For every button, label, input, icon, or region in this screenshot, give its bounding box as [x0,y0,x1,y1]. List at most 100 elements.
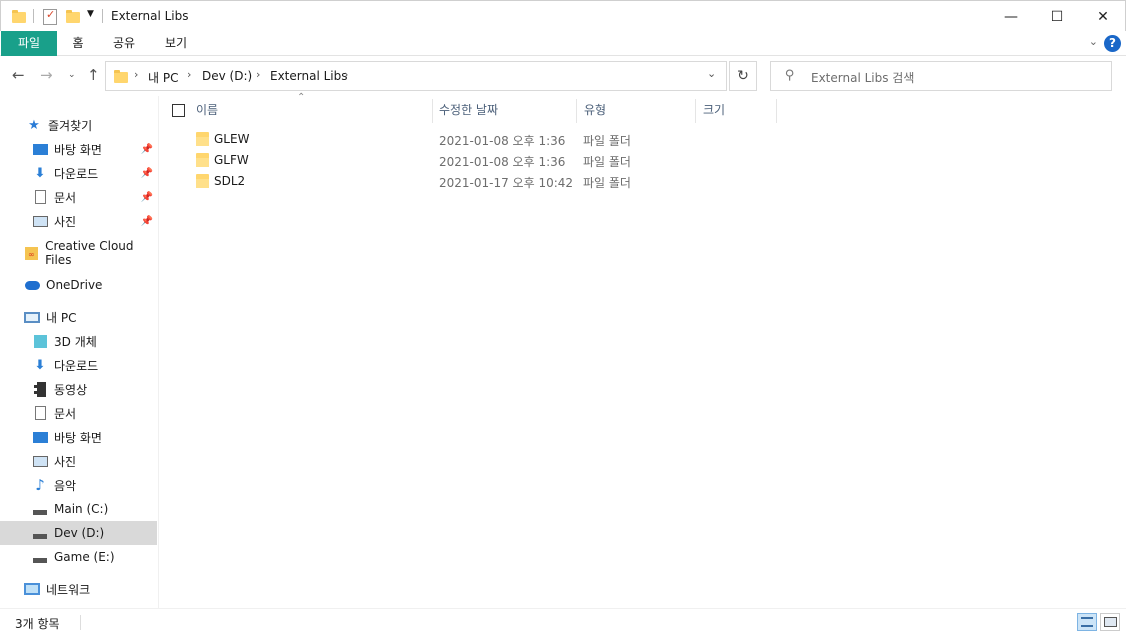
file-modified: 2021-01-08 오후 1:36 [439,134,566,148]
close-button[interactable]: ✕ [1080,1,1126,32]
breadcrumb-separator[interactable]: › [256,68,260,81]
nav-documents-quick[interactable]: 문서 📌 [0,185,157,209]
document-icon [32,405,48,421]
file-modified: 2021-01-08 오후 1:36 [439,155,566,169]
breadcrumb-separator[interactable]: › [344,68,348,81]
nav-drive-c[interactable]: Main (C:) [0,497,157,521]
nav-drive-d[interactable]: Dev (D:) [0,521,157,545]
column-divider[interactable] [576,99,577,123]
nav-label: 음악 [54,478,77,493]
tab-home[interactable]: 홈 [64,31,92,56]
search-box[interactable]: ⚲ External Libs 검색 [770,61,1112,91]
file-row[interactable]: GLFW 2021-01-08 오후 1:36 파일 폴더 [190,150,660,170]
nav-label: Main (C:) [54,502,109,516]
nav-network[interactable]: 네트워크 [0,577,157,601]
address-bar[interactable]: › 내 PC › Dev (D:) › External Libs › ⌄ [105,61,727,91]
column-header-type[interactable]: 유형 [584,99,606,123]
details-view-button[interactable] [1077,613,1097,631]
back-button[interactable]: ← [12,66,25,86]
tab-file[interactable]: 파일 [1,31,57,56]
column-header-size[interactable]: 크기 [703,99,725,123]
nav-onedrive[interactable]: OneDrive [0,273,157,297]
nav-label: 바탕 화면 [54,142,102,157]
pictures-icon [32,453,48,469]
desktop-icon [32,429,48,445]
window-title: External Libs [111,9,189,23]
nav-quick-access[interactable]: ★ 즐겨찾기 [0,113,157,137]
column-divider[interactable] [776,99,777,123]
column-divider[interactable] [432,99,433,123]
nav-pictures[interactable]: 사진 [0,449,157,473]
nav-3d-objects[interactable]: 3D 개체 [0,329,157,353]
file-row[interactable]: SDL2 2021-01-17 오후 10:42 파일 폴더 [190,171,660,191]
breadcrumb-dev-drive[interactable]: Dev (D:) [202,69,252,83]
drive-icon [32,549,48,565]
folder-icon [196,132,209,146]
new-folder-icon[interactable] [66,10,80,23]
nav-label: 문서 [54,190,77,205]
breadcrumb-this-pc[interactable]: 내 PC [148,69,178,86]
select-all-checkbox[interactable] [172,104,185,117]
help-icon[interactable]: ? [1104,35,1121,52]
nav-label: 문서 [54,406,77,421]
pane-divider[interactable] [158,96,159,608]
minimize-button[interactable]: — [988,1,1034,32]
nav-desktop-quick[interactable]: 바탕 화면 📌 [0,137,157,161]
nav-documents[interactable]: 문서 [0,401,157,425]
nav-pictures-quick[interactable]: 사진 📌 [0,209,157,233]
up-button[interactable]: ↑ [87,66,100,86]
search-icon: ⚲ [785,68,795,83]
address-dropdown-icon[interactable]: ⌄ [707,67,716,80]
location-folder-icon [114,70,128,83]
expand-ribbon-icon[interactable]: ⌄ [1089,35,1098,48]
refresh-button[interactable]: ↻ [729,61,757,91]
file-modified: 2021-01-17 오후 10:42 [439,176,574,190]
nav-label: 동영상 [54,382,88,397]
nav-videos[interactable]: 동영상 [0,377,157,401]
nav-this-pc[interactable]: 내 PC [0,305,157,329]
nav-creative-cloud[interactable]: ∞ Creative Cloud Files [0,239,157,267]
download-icon: ⬇ [34,165,46,181]
pin-icon[interactable]: 📌 [141,144,153,155]
nav-label: 즐겨찾기 [48,118,93,133]
file-type: 파일 폴더 [583,134,631,148]
ribbon-tabs: 파일 홈 공유 보기 ⌄ ? [0,31,1126,56]
pin-icon[interactable]: 📌 [141,216,153,227]
breadcrumb-separator[interactable]: › [187,68,191,81]
nav-downloads[interactable]: ⬇ 다운로드 [0,353,157,377]
nav-label: 사진 [54,454,77,469]
cloud-icon [24,277,40,293]
column-header-name[interactable]: 이름 [196,99,218,123]
title-bar: ✓ ▼ External Libs — ☐ ✕ [0,0,1126,31]
search-placeholder: External Libs 검색 [811,71,915,85]
file-row[interactable]: GLEW 2021-01-08 오후 1:36 파일 폴더 [190,129,660,149]
pin-icon[interactable]: 📌 [141,192,153,203]
properties-icon[interactable]: ✓ [43,8,57,25]
column-divider[interactable] [695,99,696,123]
recent-locations-icon[interactable]: ⌄ [68,70,76,90]
system-drive-icon [32,501,48,517]
column-header-modified[interactable]: 수정한 날짜 [439,99,498,123]
customize-toolbar-icon[interactable]: ▼ [87,9,94,19]
nav-drive-e[interactable]: Game (E:) [0,545,157,569]
forward-button[interactable]: → [40,66,53,86]
breadcrumb-external-libs[interactable]: External Libs [270,69,348,83]
breadcrumb-separator[interactable]: › [134,68,138,81]
large-icons-view-button[interactable] [1100,613,1120,631]
cube-icon [32,333,48,349]
tab-view[interactable]: 보기 [160,31,192,56]
item-count: 3개 항목 [15,617,60,631]
file-type: 파일 폴더 [583,155,631,169]
maximize-button[interactable]: ☐ [1034,1,1080,32]
large-icons-view-icon [1103,617,1117,627]
navigation-pane: ★ 즐겨찾기 바탕 화면 📌 ⬇ 다운로드 📌 문서 📌 사진 📌 ∞ Crea… [0,96,158,606]
music-note-icon: ♪ [35,476,45,494]
network-icon [24,581,40,597]
nav-label: Dev (D:) [54,526,105,540]
tab-share[interactable]: 공유 [108,31,140,56]
nav-music[interactable]: ♪ 음악 [0,473,157,497]
pin-icon[interactable]: 📌 [141,168,153,179]
sort-ascending-icon: ⌃ [297,92,306,103]
nav-downloads-quick[interactable]: ⬇ 다운로드 📌 [0,161,157,185]
nav-desktop[interactable]: 바탕 화면 [0,425,157,449]
